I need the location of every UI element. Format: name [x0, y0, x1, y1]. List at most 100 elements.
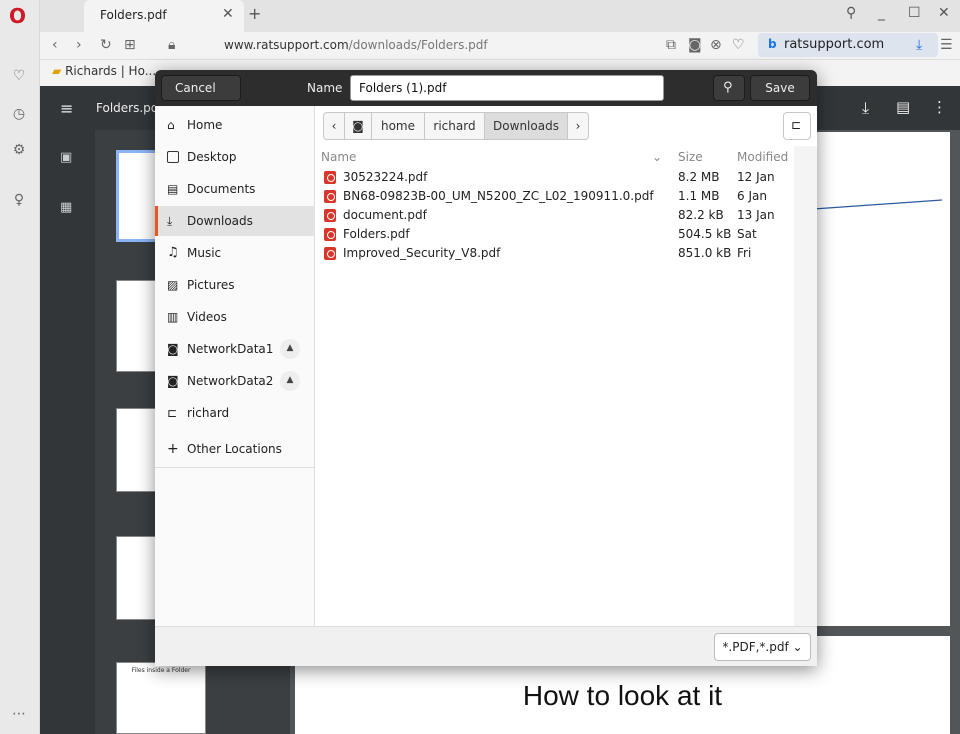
thumbnail-view-icon[interactable]: ▣: [60, 150, 72, 165]
pictures-icon: ▨: [167, 278, 179, 292]
url-path: /downloads/Folders.pdf: [348, 38, 488, 52]
music-icon: ♫: [167, 245, 179, 260]
search-icon: ⚲: [723, 80, 733, 95]
file-name: Folders.pdf: [343, 227, 410, 241]
home-icon: ⌂: [167, 118, 175, 132]
lightbulb-icon[interactable]: ♀: [9, 190, 29, 210]
window-close-icon[interactable]: ✕: [938, 5, 950, 21]
file-list-scrollbar[interactable]: [794, 146, 817, 626]
opera-logo[interactable]: O: [9, 4, 26, 28]
bookmark-item[interactable]: ▰ Richards | Ho...: [52, 64, 156, 78]
place-label: Music: [187, 246, 222, 260]
place-label: Desktop: [187, 150, 237, 164]
pdf-download-icon[interactable]: ⤓: [862, 98, 869, 118]
column-name[interactable]: Name: [321, 150, 356, 164]
file-row[interactable]: Improved_Security_V8.pdf 851.0 kB Fri: [316, 244, 794, 263]
lock-icon: 🔒︎: [168, 37, 176, 53]
place-label: Home: [187, 118, 223, 132]
eject-icon[interactable]: ▲: [280, 371, 300, 391]
minimize-icon[interactable]: _: [878, 5, 885, 21]
gear-icon[interactable]: ⚙: [9, 140, 29, 160]
url-field[interactable]: www.ratsupport.com/downloads/Folders.pdf: [224, 38, 488, 52]
file-row[interactable]: document.pdf 82.2 kB 13 Jan: [316, 206, 794, 225]
file-modified: 13 Jan: [737, 208, 775, 222]
site-label: ratsupport.com: [784, 37, 885, 52]
share-icon[interactable]: ⧉: [666, 37, 676, 53]
place-music[interactable]: ♫ Music: [155, 238, 315, 268]
search-icon[interactable]: ⚲: [846, 5, 856, 21]
file-modified: 6 Jan: [737, 189, 767, 203]
eject-icon[interactable]: ▲: [280, 339, 300, 359]
outline-view-icon[interactable]: ▦: [60, 200, 72, 215]
column-modified[interactable]: Modified: [737, 150, 788, 164]
file-modified: 12 Jan: [737, 170, 775, 184]
filter-label: *.PDF,*.pdf: [722, 640, 789, 654]
pdf-file-icon: [324, 228, 336, 241]
filename-input[interactable]: Folders (1).pdf: [350, 75, 664, 101]
path-forward-button[interactable]: ›: [567, 112, 589, 140]
page-thumbnail[interactable]: Files inside a Folder: [116, 662, 206, 734]
pdf-file-icon: [324, 190, 336, 203]
cancel-button[interactable]: Cancel: [161, 75, 241, 101]
url-host: www.ratsupport.com: [224, 38, 349, 52]
hamburger-icon[interactable]: ≡: [60, 99, 73, 118]
file-modified: Sat: [737, 227, 757, 241]
file-modified: Fri: [737, 246, 752, 260]
name-label: Name: [307, 81, 343, 95]
place-label: richard: [187, 406, 230, 420]
thumb-caption: Files inside a Folder: [131, 667, 191, 674]
file-type-filter[interactable]: *.PDF,*.pdf ⌄: [714, 633, 811, 661]
column-size[interactable]: Size: [678, 150, 703, 164]
block-icon[interactable]: ⊗: [710, 37, 722, 53]
place-label: Other Locations: [187, 442, 282, 456]
bookmark-heart-icon[interactable]: ♡: [732, 37, 745, 53]
path-root-button[interactable]: ◙: [344, 112, 372, 140]
documents-icon: ▤: [167, 182, 179, 196]
drive-icon: ◙: [352, 119, 364, 133]
place-pictures[interactable]: ▨ Pictures: [155, 270, 315, 300]
grid-icon[interactable]: ⊞: [124, 37, 136, 53]
heart-icon[interactable]: ♡: [9, 66, 29, 86]
file-name: BN68-09823B-00_UM_N5200_ZC_L02_190911.0.…: [343, 189, 654, 203]
camera-icon[interactable]: ◙: [688, 37, 702, 53]
maximize-icon[interactable]: ☐: [908, 5, 921, 21]
close-icon[interactable]: ✕: [222, 6, 234, 22]
file-row[interactable]: 30523224.pdf 8.2 MB 12 Jan: [316, 168, 794, 187]
place-desktop[interactable]: Desktop: [155, 142, 315, 172]
path-back-button[interactable]: ‹: [323, 112, 345, 140]
places-sidebar: ⌂ Home Desktop ▤ Documents ⤓ Downloads ♫…: [155, 106, 315, 626]
browser-tab[interactable]: Folders.pdf ✕: [84, 0, 244, 32]
more-icon[interactable]: ⋯: [9, 704, 29, 724]
search-button[interactable]: ⚲: [713, 75, 745, 101]
file-row[interactable]: Folders.pdf 504.5 kB Sat: [316, 225, 794, 244]
save-button[interactable]: Save: [750, 75, 810, 101]
path-home[interactable]: home: [371, 112, 425, 140]
history-icon[interactable]: ◷: [9, 104, 29, 124]
more-vert-icon[interactable]: ⋮: [932, 98, 947, 116]
new-folder-button[interactable]: ⊏: [783, 112, 811, 140]
place-home[interactable]: ⌂ Home: [155, 110, 315, 140]
site-button[interactable]: b ratsupport.com: [758, 33, 938, 57]
forward-icon[interactable]: ›: [76, 37, 82, 53]
place-richard[interactable]: ⊏ richard: [155, 398, 315, 428]
place-networkdata1[interactable]: ◙ NetworkData1 ▲: [155, 334, 315, 364]
place-videos[interactable]: ▥ Videos: [155, 302, 315, 332]
download-icon[interactable]: ⤓: [916, 37, 922, 53]
plus-icon: +: [167, 441, 179, 457]
menu-icon[interactable]: ☰: [940, 37, 953, 53]
print-icon[interactable]: ▤: [896, 98, 910, 116]
path-downloads[interactable]: Downloads: [484, 112, 568, 140]
desktop-icon: [167, 151, 179, 163]
path-richard[interactable]: richard: [424, 112, 485, 140]
address-bar: ‹ › ↻ ⊞ 🔒︎ www.ratsupport.com/downloads/…: [40, 32, 960, 60]
place-downloads[interactable]: ⤓ Downloads: [155, 206, 315, 236]
place-other-locations[interactable]: + Other Locations: [155, 434, 315, 464]
place-networkdata2[interactable]: ◙ NetworkData2 ▲: [155, 366, 315, 396]
file-row[interactable]: BN68-09823B-00_UM_N5200_ZC_L02_190911.0.…: [316, 187, 794, 206]
back-icon[interactable]: ‹: [52, 37, 58, 53]
reload-icon[interactable]: ↻: [100, 37, 112, 53]
place-documents[interactable]: ▤ Documents: [155, 174, 315, 204]
file-size: 851.0 kB: [678, 246, 732, 260]
new-tab-button[interactable]: +: [248, 4, 261, 23]
file-size: 82.2 kB: [678, 208, 724, 222]
